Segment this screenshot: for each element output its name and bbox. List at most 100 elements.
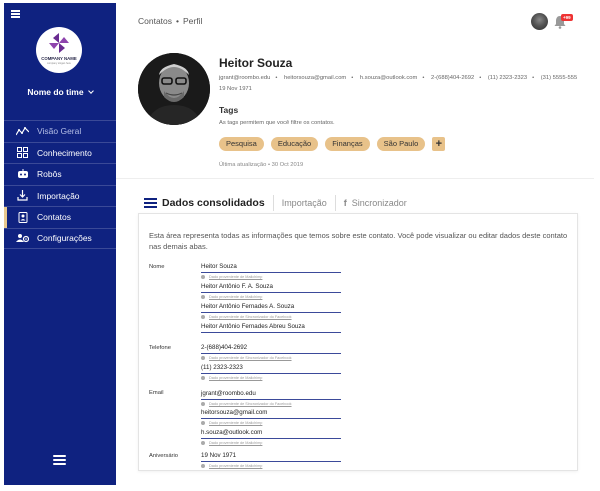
source-link[interactable]: Dado proveniente de Sincronizador do Fac…	[209, 315, 292, 319]
entry-value: Heitor Antônio F. A. Souza	[201, 283, 341, 293]
entry-source: Dado proveniente de Sincronizador do Fac…	[201, 314, 341, 319]
notification-badge: +99	[561, 14, 573, 21]
entry-source: Dado proveniente de Sincronizador do Fac…	[201, 355, 341, 360]
sidebar-item-label: Contatos	[37, 212, 72, 223]
source-icon	[201, 401, 205, 406]
entry-value: Heitor Souza	[201, 263, 341, 273]
sidebar-item-label: Robôs	[37, 169, 62, 180]
add-tag-button[interactable]: +	[432, 137, 446, 151]
source-link[interactable]: Dado proveniente de Mailchimp	[209, 295, 262, 299]
entry-value: (11) 2323-2323	[201, 364, 341, 374]
entry-value: heitorsouza@gmail.com	[201, 409, 341, 419]
entry-source: Dado proveniente de Mailchimp	[201, 294, 341, 299]
source-link[interactable]: Dado proveniente de Mailchimp	[209, 275, 262, 279]
team-label: Nome do time	[27, 87, 84, 97]
entry-source: Dado proveniente de Sincronizador do Fac…	[201, 401, 341, 406]
source-link[interactable]: Dado proveniente de Mailchimp	[209, 464, 262, 468]
tab-importacao[interactable]: Importação	[274, 195, 336, 211]
source-icon	[201, 355, 205, 360]
entry-value: Heitor Antônio Fernades Abreu Souza	[201, 323, 341, 333]
tags-description: As tags permitem que você filtre os cont…	[219, 120, 335, 126]
contact-phone-2: (11) 2323-2323	[487, 75, 528, 81]
logo-text: COMPANY NAME	[41, 56, 77, 61]
source-icon	[201, 375, 205, 380]
source-icon	[201, 440, 205, 445]
tab-label: Sincronizador	[351, 198, 407, 208]
source-link[interactable]: Dado proveniente de Mailchimp	[209, 421, 262, 425]
entry-value: jgrant@roombo.edu	[201, 390, 341, 400]
source-icon	[201, 314, 205, 319]
tab-sincronizador[interactable]: f Sincronizador	[336, 195, 415, 211]
robot-icon	[16, 169, 29, 180]
contact-details: jgrant@roombo.edu • heitorsouza@gmail.com…	[219, 75, 578, 81]
phone-entry[interactable]: (11) 2323-2323 Dado proveniente de Mailc…	[201, 364, 341, 380]
breadcrumb-perfil: Perfil	[183, 16, 203, 26]
source-icon	[201, 274, 205, 279]
entry-value: 2-(688)404-2692	[201, 344, 341, 354]
entry-value: 19 Nov 1971	[201, 452, 341, 462]
sidebar-item-label: Importação	[37, 190, 80, 201]
contact-name: Heitor Souza	[219, 56, 293, 70]
tags-title: Tags	[219, 105, 239, 115]
phone-entry[interactable]: 2-(688)404-2692 Dado proveniente de Sinc…	[201, 344, 341, 360]
sidebar-item-importacao[interactable]: Importação	[4, 184, 116, 207]
profile-photo	[138, 53, 210, 125]
tag-pesquisa[interactable]: Pesquisa	[219, 137, 264, 151]
entry-source: Dado proveniente de Mailchimp	[201, 463, 341, 468]
user-avatar[interactable]	[531, 13, 548, 30]
logo-slogan: company slogan here	[47, 62, 71, 65]
contact-email-1: jgrant@roombo.edu	[219, 75, 271, 81]
users-gear-icon	[16, 233, 29, 244]
birthday-entry[interactable]: 19 Nov 1971 Dado proveniente de Mailchim…	[201, 452, 341, 468]
chevron-down-icon	[87, 88, 94, 94]
sidebar-item-robos[interactable]: Robôs	[4, 163, 116, 185]
tag-sao-paulo[interactable]: São Paulo	[376, 137, 426, 151]
menu-icon[interactable]	[11, 10, 20, 18]
sidebar: COMPANY NAME company slogan here Nome do…	[4, 3, 116, 485]
sidebar-item-conhecimento[interactable]: Conhecimento	[4, 141, 116, 164]
grid-icon	[16, 147, 29, 159]
entry-source: Dado proveniente de Mailchimp	[201, 420, 341, 425]
sidebar-item-visao-geral[interactable]: Visão Geral	[4, 120, 116, 142]
source-icon	[201, 420, 205, 425]
entry-source: Dado proveniente de Mailchimp	[201, 440, 341, 445]
sidebar-nav: Visão Geral Conhecimento Robôs Importaçã…	[4, 120, 116, 249]
contact-email-3: h.souza@outlook.com	[359, 75, 418, 81]
pinwheel-logo-icon	[49, 33, 69, 53]
field-label-nome: Nome	[149, 264, 165, 270]
name-entry[interactable]: Heitor Antônio Fernades Abreu Souza	[201, 323, 341, 333]
tag-list: Pesquisa Educação Finanças São Paulo +	[219, 137, 446, 151]
tag-educacao[interactable]: Educação	[270, 137, 319, 151]
contact-birthdate: 19 Nov 1971	[219, 86, 252, 92]
source-icon	[201, 463, 205, 468]
team-selector[interactable]: Nome do time	[4, 87, 116, 97]
tab-dados-consolidados[interactable]: Dados consolidados	[138, 195, 274, 211]
email-entry[interactable]: h.souza@outlook.com Dado proveniente de …	[201, 429, 341, 445]
name-entry[interactable]: Heitor Antônio Fernades A. Souza Dado pr…	[201, 303, 341, 319]
consolidated-data-panel: Esta área representa todas as informaçõe…	[138, 213, 578, 471]
field-label-telefone: Telefone	[149, 345, 171, 351]
topbar: Contatos • Perfil +99	[116, 3, 594, 39]
panel-description: Esta área representa todas as informaçõe…	[149, 231, 568, 251]
tab-bar: Dados consolidados Importação f Sincroni…	[138, 193, 415, 213]
field-label-aniversario: Aniversário	[149, 453, 178, 459]
email-entry[interactable]: jgrant@roombo.edu Dado proveniente de Si…	[201, 390, 341, 406]
source-link[interactable]: Dado proveniente de Mailchimp	[209, 376, 262, 380]
source-link[interactable]: Dado proveniente de Sincronizador do Fac…	[209, 402, 292, 406]
breadcrumb-contatos[interactable]: Contatos	[138, 16, 172, 26]
tag-financas[interactable]: Finanças	[325, 137, 370, 151]
name-entry[interactable]: Heitor Souza Dado proveniente de Mailchi…	[201, 263, 341, 279]
entry-value: Heitor Antônio Fernades A. Souza	[201, 303, 341, 313]
sidebar-item-contatos[interactable]: Contatos	[4, 206, 116, 228]
sidebar-item-label: Configurações	[37, 233, 92, 244]
email-entry[interactable]: heitorsouza@gmail.com Dado proveniente d…	[201, 409, 341, 425]
last-updated: Última atualização • 30 Oct 2019	[219, 162, 304, 168]
source-link[interactable]: Dado proveniente de Sincronizador do Fac…	[209, 356, 292, 360]
entry-value: h.souza@outlook.com	[201, 429, 341, 439]
source-link[interactable]: Dado proveniente de Mailchimp	[209, 441, 262, 445]
tab-label: Importação	[281, 198, 327, 208]
stack-icon[interactable]	[53, 455, 66, 467]
sidebar-item-configuracoes[interactable]: Configurações	[4, 227, 116, 249]
breadcrumb-separator: •	[176, 16, 180, 26]
name-entry[interactable]: Heitor Antônio F. A. Souza Dado provenie…	[201, 283, 341, 299]
